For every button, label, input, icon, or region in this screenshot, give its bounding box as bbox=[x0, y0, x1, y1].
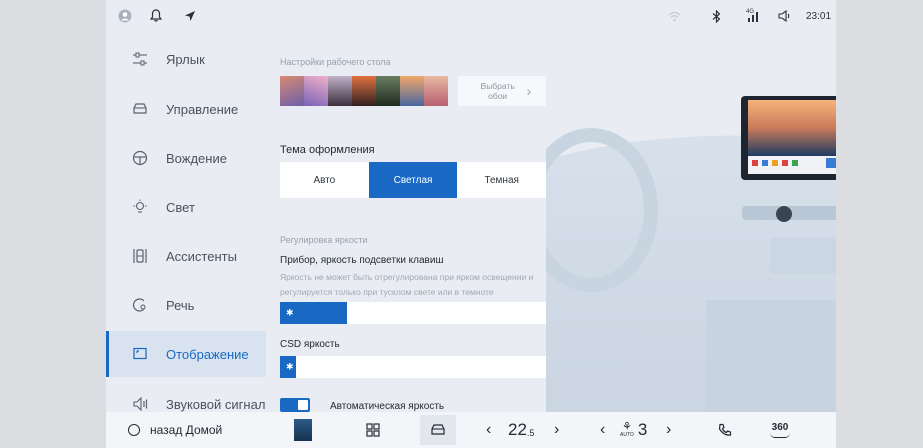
status-bar: 4G 23:01 bbox=[106, 0, 836, 36]
voice-icon bbox=[128, 293, 152, 317]
sidebar-item-assistants[interactable]: Ассистенты bbox=[106, 233, 266, 279]
fan-decrease-button[interactable]: ‹ bbox=[600, 412, 605, 448]
car-interior-illustration bbox=[546, 96, 836, 420]
sidebar-item-label: Ассистенты bbox=[166, 248, 237, 264]
sidebar-item-label: Вождение bbox=[166, 150, 227, 166]
theme-segmented-control: Авто Светлая Темная bbox=[280, 162, 547, 198]
signal-label: 4G bbox=[746, 9, 755, 15]
wallpaper-thumb[interactable] bbox=[328, 76, 352, 106]
chevron-left-icon: ‹ bbox=[600, 421, 606, 438]
sidebar-item-label: Управление bbox=[166, 101, 239, 117]
settings-sidebar: Ярлык Управление Вождение Свет Ассистент… bbox=[106, 36, 266, 412]
temperature-increase-button[interactable]: › bbox=[554, 412, 559, 448]
fan-increase-button[interactable]: › bbox=[666, 412, 671, 448]
sun-icon: ✱ bbox=[286, 361, 294, 372]
sidebar-item-label: Ярлык bbox=[166, 51, 205, 67]
wallpaper-thumb[interactable] bbox=[304, 76, 328, 106]
instrument-brightness-description: Яркость не может быть отрегулирована при… bbox=[280, 272, 534, 297]
car-button[interactable] bbox=[420, 415, 456, 445]
sidebar-item-label: Звуковой сигнал bbox=[166, 396, 266, 412]
display-settings-panel: Настройки рабочего стола Выбрать обои › … bbox=[280, 36, 580, 412]
wallpaper-strip: Выбрать обои › bbox=[280, 76, 546, 106]
shortcut-sliders-icon bbox=[128, 47, 152, 71]
sun-icon: ✱ bbox=[286, 307, 294, 318]
location-arrow-icon bbox=[184, 10, 196, 22]
wallpaper-thumb[interactable] bbox=[400, 76, 424, 106]
temperature-display: 22 .5 bbox=[508, 412, 534, 448]
settings-screen: 4G 23:01 Ярлык Управление Вождение Свет … bbox=[106, 0, 836, 448]
temperature-decrease-button[interactable]: ‹ bbox=[486, 412, 491, 448]
chevron-left-icon: ‹ bbox=[486, 421, 492, 438]
driver-profile-button[interactable] bbox=[294, 412, 312, 448]
chevron-right-icon: › bbox=[554, 421, 560, 438]
instrument-brightness-slider[interactable]: ✱ bbox=[280, 302, 546, 324]
chevron-right-icon: › bbox=[526, 83, 532, 99]
volume-icon[interactable] bbox=[778, 10, 792, 22]
temperature-decimal: .5 bbox=[526, 428, 535, 438]
auto-brightness-label: Автоматическая яркость bbox=[330, 401, 445, 412]
phone-icon bbox=[718, 423, 732, 436]
display-icon bbox=[128, 342, 152, 366]
driver-avatar-icon bbox=[294, 419, 312, 441]
brightness-section-label: Регулировка яркости bbox=[280, 235, 368, 245]
assistant-icon bbox=[128, 244, 152, 268]
phone-button[interactable] bbox=[718, 412, 732, 448]
apps-grid-icon bbox=[366, 423, 380, 437]
fan-auto-label: AUTO bbox=[620, 432, 634, 438]
theme-auto-button[interactable]: Авто bbox=[280, 162, 369, 198]
sidebar-item-speech[interactable]: Речь bbox=[106, 282, 266, 328]
sidebar-item-light[interactable]: Свет bbox=[106, 184, 266, 230]
sidebar-item-control[interactable]: Управление bbox=[106, 86, 266, 132]
bottom-dock: назад Домой ‹ 22 .5 › ‹ ⚘ AUTO 3 › 360 bbox=[106, 412, 836, 448]
auto-brightness-toggle[interactable] bbox=[280, 398, 310, 412]
camera-360-label: 360 bbox=[771, 421, 789, 433]
sidebar-item-shortcut[interactable]: Ярлык bbox=[106, 36, 266, 82]
theme-heading: Тема оформления bbox=[280, 144, 375, 156]
instrument-brightness-heading: Прибор, яркость подсветки клавиш bbox=[280, 255, 444, 266]
wallpaper-thumb[interactable] bbox=[376, 76, 400, 106]
car-control-icon bbox=[128, 97, 152, 121]
home-button[interactable]: назад Домой bbox=[128, 412, 222, 448]
home-label: назад Домой bbox=[150, 423, 223, 437]
sidebar-item-label: Свет bbox=[166, 199, 195, 215]
light-bulb-icon bbox=[128, 195, 152, 219]
camera-360-icon: 360 bbox=[770, 421, 790, 438]
sidebar-item-label: Отображение bbox=[166, 346, 249, 362]
sidebar-item-driving[interactable]: Вождение bbox=[106, 135, 266, 181]
bluetooth-icon bbox=[712, 10, 721, 23]
choose-wallpaper-label: Выбрать обои bbox=[480, 81, 515, 101]
apps-grid-button[interactable] bbox=[366, 412, 380, 448]
csd-brightness-slider[interactable]: ✱ bbox=[280, 356, 546, 378]
csd-brightness-heading: CSD яркость bbox=[280, 339, 340, 350]
theme-light-button[interactable]: Светлая bbox=[368, 162, 458, 198]
wallpaper-thumb[interactable] bbox=[424, 76, 448, 106]
home-circle-icon bbox=[128, 424, 140, 436]
sidebar-item-display[interactable]: Отображение bbox=[106, 331, 266, 377]
fan-icon: ⚘ AUTO bbox=[620, 421, 634, 439]
profile-icon[interactable] bbox=[118, 9, 132, 23]
wallpaper-thumb[interactable] bbox=[352, 76, 376, 106]
cellular-signal-icon: 4G bbox=[746, 9, 760, 23]
steering-wheel-icon bbox=[128, 146, 152, 170]
toggle-knob bbox=[298, 400, 308, 410]
fan-speed-value: 3 bbox=[637, 420, 648, 439]
bell-icon[interactable] bbox=[150, 9, 162, 22]
theme-dark-button[interactable]: Темная bbox=[457, 162, 547, 198]
clock: 23:01 bbox=[806, 11, 832, 22]
chevron-right-icon: › bbox=[666, 421, 672, 438]
wallpaper-thumb[interactable] bbox=[280, 76, 304, 106]
choose-wallpaper-button[interactable]: Выбрать обои › bbox=[458, 76, 546, 106]
car-icon bbox=[431, 424, 445, 435]
fan-display: ⚘ AUTO 3 bbox=[620, 412, 647, 448]
sidebar-item-label: Речь bbox=[166, 297, 195, 313]
desktop-settings-label: Настройки рабочего стола bbox=[280, 57, 391, 67]
camera-360-button[interactable]: 360 bbox=[770, 412, 790, 448]
temperature-value: 22 bbox=[508, 420, 527, 439]
wifi-icon bbox=[668, 11, 681, 22]
